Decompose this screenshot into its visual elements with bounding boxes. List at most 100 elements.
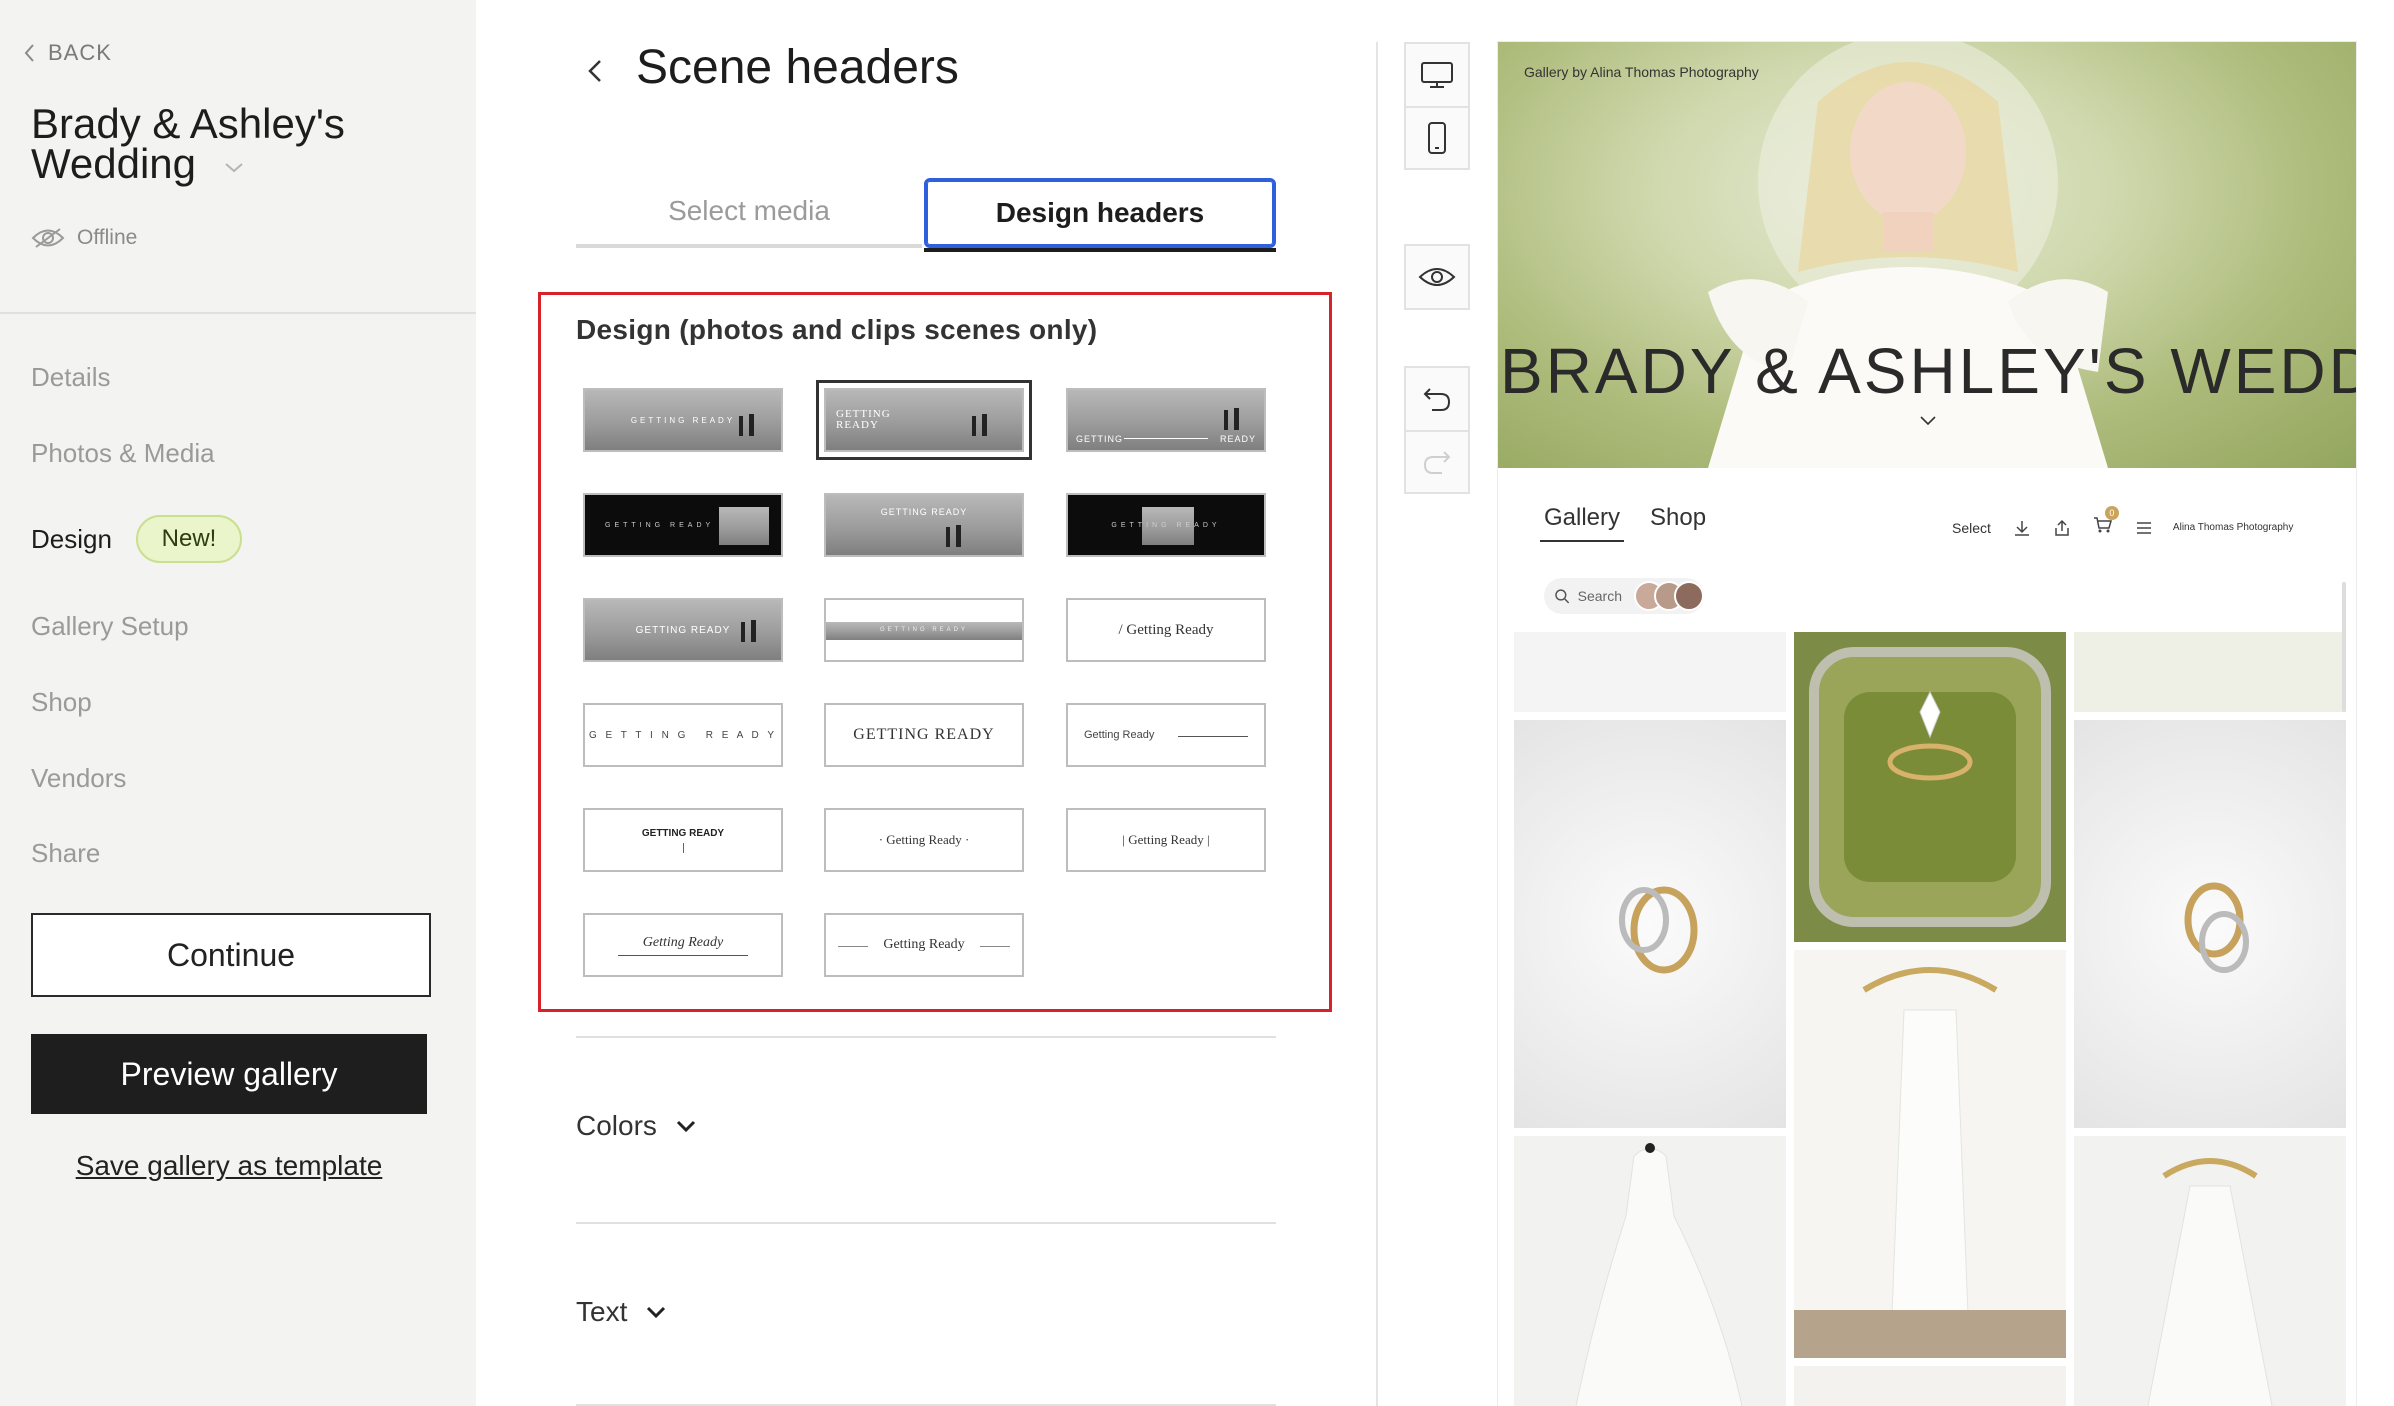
chevron-down-icon xyxy=(647,1306,666,1319)
header-style-thumbnail[interactable]: | Getting Ready | xyxy=(1066,808,1266,872)
back-chevron-icon[interactable] xyxy=(582,52,610,90)
gallery-photo[interactable] xyxy=(1514,720,1786,1128)
sidebar-item-gallery-setup[interactable]: Gallery Setup xyxy=(31,611,189,642)
header-style-thumbnail[interactable]: · Getting Ready · xyxy=(824,808,1024,872)
header-style-thumbnail[interactable]: GETTING READY xyxy=(583,493,783,557)
mobile-view-button[interactable] xyxy=(1406,106,1468,168)
divider-line xyxy=(980,946,1010,947)
undo-button[interactable] xyxy=(1406,368,1468,430)
couple-figure-icon xyxy=(741,620,756,642)
gallery-photo[interactable] xyxy=(1514,1136,1786,1406)
header-style-thumbnail[interactable]: Getting Ready xyxy=(1066,703,1266,767)
sidebar: BACK Brady & Ashley's Wedding Offline De… xyxy=(0,0,476,1406)
thumbnail-label: Getting Ready xyxy=(883,937,965,952)
shop-tab[interactable]: Shop xyxy=(1650,504,1706,532)
accordion-label: Text xyxy=(576,1296,628,1327)
gallery-tab[interactable]: Gallery xyxy=(1539,504,1625,542)
gallery-title-line2: Wedding xyxy=(31,140,197,187)
couple-figure-icon xyxy=(739,414,754,436)
redo-icon xyxy=(1423,451,1451,474)
photographer-credit: Gallery by Alina Thomas Photography xyxy=(1524,64,1759,80)
couple-figure-icon xyxy=(1224,408,1239,430)
sidebar-item-photos-media[interactable]: Photos & Media xyxy=(31,438,215,469)
gallery-photo[interactable] xyxy=(1514,632,1786,712)
tab-select-media[interactable]: Select media xyxy=(576,178,922,248)
thumbnail-label: GETTING READY xyxy=(853,726,995,743)
tab-design-headers[interactable]: Design headers xyxy=(924,178,1276,252)
page-title: Scene headers xyxy=(636,41,959,94)
preview-eye-button[interactable] xyxy=(1406,246,1468,308)
desktop-view-button[interactable] xyxy=(1406,44,1468,106)
thumbnail-label: Getting Ready xyxy=(642,934,724,950)
dress-photo xyxy=(2147,1158,2273,1406)
header-style-thumbnail[interactable]: GETTING READY xyxy=(583,598,783,662)
header-style-thumbnail[interactable]: GETTING READY xyxy=(583,388,783,452)
header-style-thumbnail[interactable]: GETTING READY xyxy=(824,493,1024,557)
thumbnail-label: / Getting Ready xyxy=(1118,621,1214,638)
header-style-thumbnail-selected[interactable]: GETTING READY xyxy=(816,380,1032,460)
gallery-photo[interactable] xyxy=(1794,950,2066,1358)
menu-icon[interactable] xyxy=(2135,520,2153,536)
chevron-down-icon[interactable] xyxy=(222,159,246,175)
back-button[interactable]: BACK xyxy=(22,40,112,66)
thumbnail-label: GETTING xyxy=(1076,434,1123,444)
section-divider xyxy=(576,1036,1276,1038)
cart-button[interactable]: 0 xyxy=(2093,506,2119,539)
header-style-thumbnail[interactable]: GETTING READY xyxy=(1066,388,1266,452)
device-toggle xyxy=(1404,42,1470,170)
download-icon[interactable] xyxy=(2013,519,2031,537)
header-style-thumbnail[interactable]: / Getting Ready xyxy=(1066,598,1266,662)
status-label: Offline xyxy=(77,226,138,249)
chevron-left-icon xyxy=(24,44,34,62)
thumbnail-label: GETTING READY xyxy=(635,624,731,636)
colors-accordion[interactable]: Colors xyxy=(576,1110,697,1142)
divider-line xyxy=(618,954,748,956)
header-style-thumbnail[interactable]: GETTING READY xyxy=(583,808,783,872)
thumbnail-label: · Getting Ready · xyxy=(878,832,970,847)
header-style-thumbnail[interactable]: GETTING READY xyxy=(824,598,1024,662)
header-style-thumbnail[interactable]: Getting Ready xyxy=(583,913,783,977)
gallery-photo[interactable] xyxy=(2074,632,2346,712)
sidebar-item-share[interactable]: Share xyxy=(31,838,100,869)
thumbnail-label: GETTING READY xyxy=(879,627,968,633)
visibility-status[interactable]: Offline xyxy=(31,226,137,250)
hero-cover-photo: Gallery by Alina Thomas Photography BRAD… xyxy=(1498,42,2356,468)
preview-toolbar: Select 0 Alina Thomas Photography xyxy=(1952,506,2293,539)
new-badge: New! xyxy=(136,515,242,563)
sidebar-item-design[interactable]: Design xyxy=(31,524,112,555)
preview-gallery-button[interactable]: Preview gallery xyxy=(31,1034,427,1114)
gallery-photo[interactable] xyxy=(2074,720,2346,1128)
share-icon[interactable] xyxy=(2053,519,2071,537)
inset-photo xyxy=(719,507,769,545)
face-filter[interactable] xyxy=(1634,581,1704,611)
eye-off-icon xyxy=(31,228,65,248)
gallery-photo[interactable] xyxy=(1794,1366,2066,1406)
continue-button[interactable]: Continue xyxy=(31,913,431,997)
dress-hanging-photo xyxy=(1794,967,2066,1358)
search-placeholder: Search xyxy=(1577,588,1622,604)
thumbnail-label: G E T T I N G R E A D Y xyxy=(588,729,777,741)
history-controls xyxy=(1404,366,1470,494)
gallery-photo[interactable] xyxy=(1794,632,2066,942)
header-style-thumbnail[interactable]: GETTING READY xyxy=(824,703,1024,767)
text-accordion[interactable]: Text xyxy=(576,1296,667,1328)
chevron-down-icon[interactable] xyxy=(1918,414,1938,428)
header-style-thumbnail[interactable]: GETTING READY xyxy=(1066,493,1266,557)
couple-figure-icon xyxy=(946,525,961,547)
desktop-icon xyxy=(1421,62,1453,88)
gallery-photo[interactable] xyxy=(2074,1136,2346,1406)
sidebar-item-details[interactable]: Details xyxy=(31,362,110,393)
header-style-thumbnail[interactable]: G E T T I N G R E A D Y xyxy=(583,703,783,767)
redo-button[interactable] xyxy=(1406,430,1468,492)
select-link[interactable]: Select xyxy=(1952,520,1991,536)
save-template-link[interactable]: Save gallery as template xyxy=(31,1150,427,1182)
sidebar-item-vendors[interactable]: Vendors xyxy=(31,763,126,794)
gallery-title[interactable]: Brady & Ashley's Wedding xyxy=(31,103,431,187)
thumbnail-label: GETTING READY xyxy=(630,415,736,425)
header-style-thumbnail[interactable]: Getting Ready xyxy=(824,913,1024,977)
scrollbar[interactable] xyxy=(2342,582,2346,712)
search-input[interactable]: Search xyxy=(1544,578,1704,614)
sidebar-item-shop[interactable]: Shop xyxy=(31,687,92,718)
panel-divider xyxy=(1376,42,1378,1406)
accordion-label: Colors xyxy=(576,1110,657,1141)
